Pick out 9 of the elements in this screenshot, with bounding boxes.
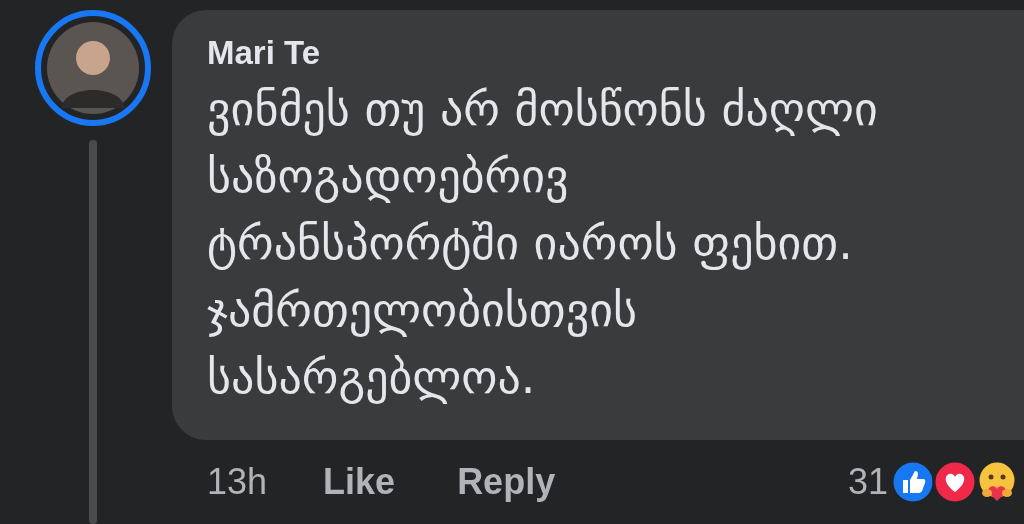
reaction-count: 31: [847, 461, 888, 503]
comment-text: ვინმეს თუ არ მოსწონს ძაღლი საზოგადოებრივ ტრანსპორტში იაროს ფეხით. ჯამრთელობისთვის სასარგებლოა.: [207, 81, 879, 406]
comment-time: 13h: [207, 461, 268, 503]
action-link[interactable]: Reply: [457, 461, 556, 503]
author-name: Mari Te: [207, 34, 322, 72]
avatar-icon[interactable]: [47, 22, 139, 114]
like-reaction-icon: [890, 459, 936, 505]
action-link[interactable]: Like: [323, 461, 396, 503]
heart-reaction-icon: [932, 459, 978, 505]
